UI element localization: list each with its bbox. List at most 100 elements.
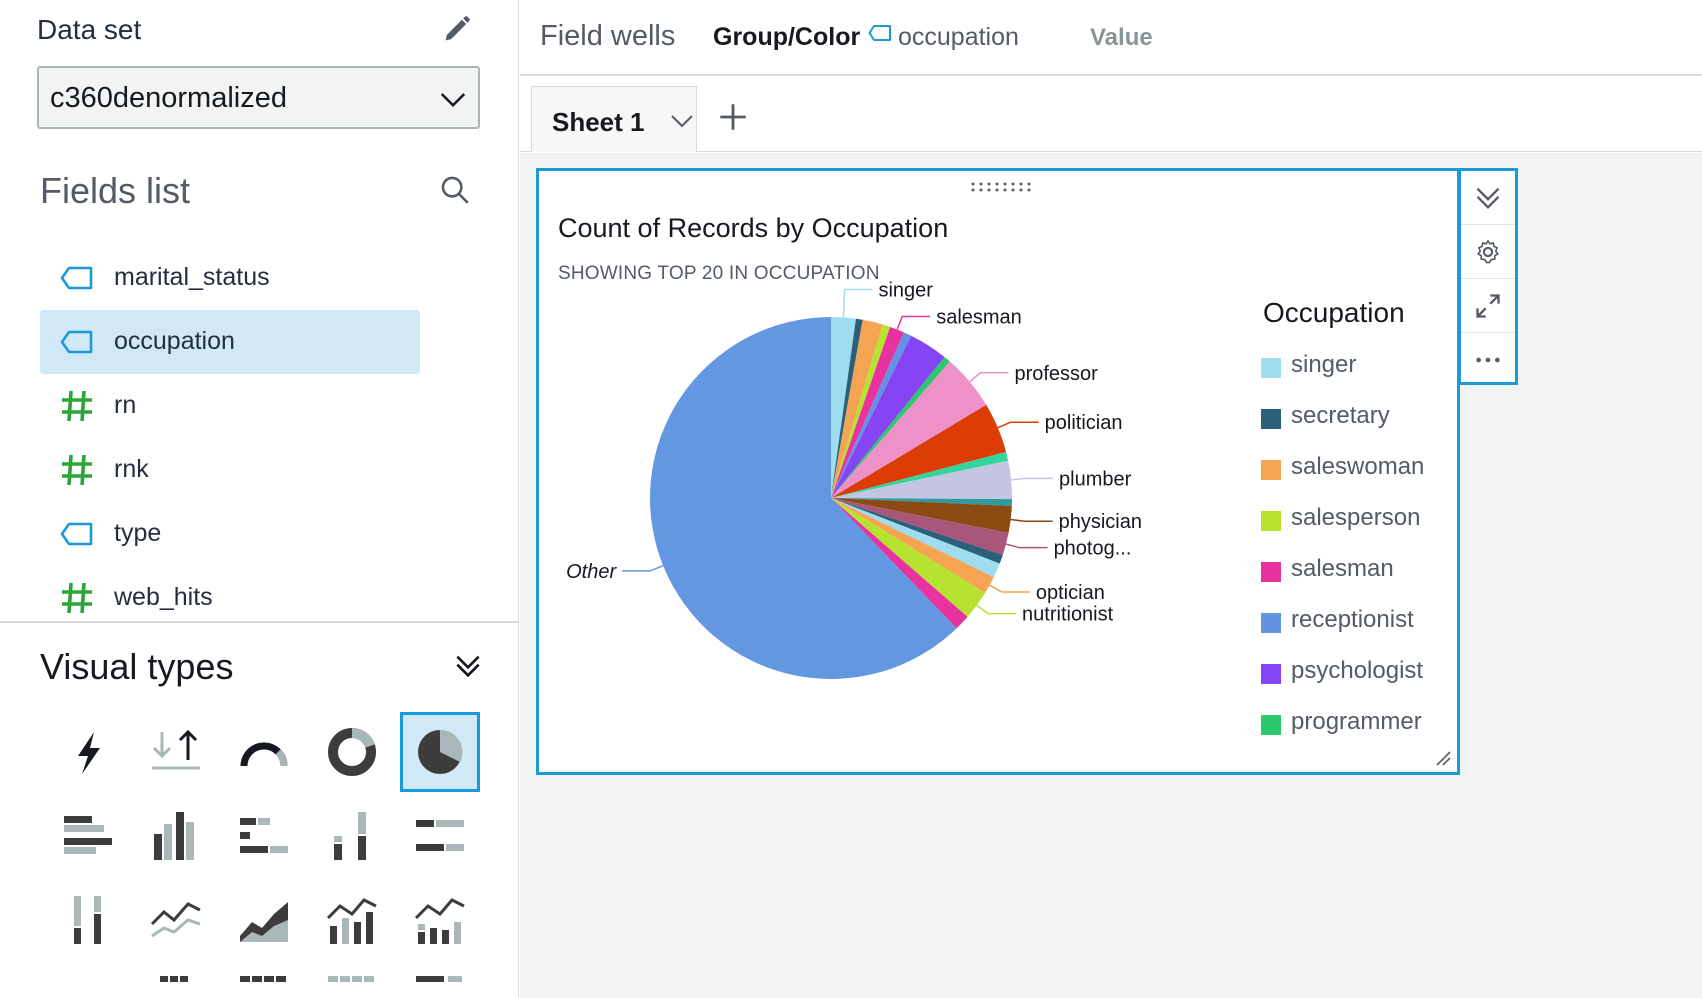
group-color-well-label: Group/Color <box>713 23 861 51</box>
stacked-100-horizontal-bar-visual-type[interactable] <box>400 796 480 876</box>
tree-map-icon <box>416 976 462 982</box>
stacked-horizontal-bar-visual-type[interactable] <box>224 796 304 876</box>
legend-item[interactable]: saleswoman <box>1261 451 1451 502</box>
edit-pencil-icon[interactable] <box>440 12 474 46</box>
field-item-marital-status[interactable]: marital_status <box>40 246 420 310</box>
gear-icon <box>1477 240 1499 264</box>
donut-chart-icon <box>328 728 376 776</box>
pie-leader-line <box>969 372 1009 383</box>
legend-swatch <box>1261 562 1281 582</box>
area-visual-type[interactable] <box>224 880 304 960</box>
panel-divider <box>0 621 518 623</box>
pie-slice-label: professor <box>1014 363 1098 385</box>
pie-slice-label: photog... <box>1054 538 1132 560</box>
gauge-visual-type[interactable] <box>224 712 304 792</box>
field-item-occupation[interactable]: occupation <box>40 310 420 374</box>
search-icon[interactable] <box>438 173 472 207</box>
visual-menu-button[interactable] <box>1461 333 1515 387</box>
pie-leader-line <box>1005 543 1048 549</box>
field-label: rn <box>114 391 137 419</box>
donut-visual-type[interactable] <box>312 712 392 792</box>
legend-label: salesman <box>1291 555 1394 582</box>
dimension-tag-icon <box>60 266 93 290</box>
dimension-tag-icon <box>60 330 93 354</box>
field-label: occupation <box>114 327 235 355</box>
combo-bar-line-visual-type[interactable] <box>312 880 392 960</box>
collapse-visual-button[interactable] <box>1461 171 1515 225</box>
pivot-table-visual-type[interactable] <box>224 964 304 998</box>
field-label: web_hits <box>114 583 213 611</box>
dataset-title: Data set <box>37 14 142 45</box>
stacked-vertical-bar-visual-type[interactable] <box>312 796 392 876</box>
legend-item[interactable]: secretary <box>1261 400 1451 451</box>
heat-map-visual-type[interactable] <box>312 964 392 998</box>
legend-item[interactable]: salesman <box>1261 553 1451 604</box>
field-item-rnk[interactable]: rnk <box>40 438 420 502</box>
vertical-bar-visual-type[interactable] <box>136 796 216 876</box>
legend-swatch <box>1261 358 1281 378</box>
table-visual-type[interactable] <box>136 964 216 998</box>
stacked-100-vertical-bar-visual-type[interactable] <box>48 880 128 960</box>
pie-slice-label: politician <box>1045 412 1123 434</box>
combo-stacked-visual-type[interactable] <box>400 880 480 960</box>
expand-visual-button[interactable] <box>1461 279 1515 333</box>
pie-visual-type[interactable] <box>400 712 480 792</box>
legend-item[interactable]: psychologist <box>1261 655 1451 706</box>
visual-types-title: Visual types <box>40 646 234 687</box>
horizontal-bar-visual-type[interactable] <box>48 796 128 876</box>
legend-item[interactable]: salesperson <box>1261 502 1451 553</box>
pivot-table-icon <box>240 976 286 982</box>
field-item-type[interactable]: type <box>40 502 420 566</box>
lightning-bolt-icon <box>78 732 100 774</box>
measure-hash-icon <box>62 582 92 614</box>
double-chevron-down-icon[interactable] <box>452 650 484 682</box>
legend-swatch <box>1261 613 1281 633</box>
pie-leader-line <box>622 564 664 572</box>
legend-item[interactable]: programmer <box>1261 706 1451 757</box>
format-visual-button[interactable] <box>1461 225 1515 279</box>
pie-leader-line <box>1011 477 1054 481</box>
pie-slice-label: salesman <box>936 306 1022 328</box>
field-label: marital_status <box>114 263 270 291</box>
gauge-icon <box>240 742 288 767</box>
value-well-label[interactable]: Value <box>1090 24 1153 52</box>
legend-title: Occupation <box>1263 297 1405 328</box>
pie-chart-visual[interactable]: Count of Records by Occupation SHOWING T… <box>536 168 1460 775</box>
field-wells-title[interactable]: Field wells <box>540 20 675 53</box>
legend-item[interactable]: singer <box>1261 349 1451 400</box>
sheet-tabs-bar: Sheet 1 <box>520 76 1702 152</box>
legend-swatch <box>1261 511 1281 531</box>
field-item-rn[interactable]: rn <box>40 374 420 438</box>
dataset-select[interactable]: c360denormalized <box>37 66 480 129</box>
legend-swatch <box>1261 715 1281 735</box>
pie-leader-line <box>997 421 1039 429</box>
legend-label: singer <box>1291 351 1357 378</box>
group-color-well-field[interactable]: occupation <box>898 23 1019 52</box>
tree-map-visual-type[interactable] <box>400 964 480 998</box>
pie-leader-line <box>896 315 931 330</box>
double-chevron-down-icon <box>1476 187 1500 209</box>
more-options-icon <box>1476 357 1500 363</box>
legend-item[interactable]: receptionist <box>1261 604 1451 655</box>
stacked-horizontal-bar-icon <box>240 818 288 853</box>
legend-label: receptionist <box>1291 606 1414 633</box>
add-sheet-plus-icon[interactable] <box>716 100 750 134</box>
horizontal-bar-icon <box>64 816 112 854</box>
resize-handle-icon[interactable] <box>1435 750 1451 766</box>
pie-leader-line <box>1010 518 1053 522</box>
area-chart-icon <box>240 902 288 942</box>
field-label: type <box>114 519 162 547</box>
pie-slice-label: physician <box>1059 511 1142 533</box>
legend-swatch <box>1261 664 1281 684</box>
dataset-select-value: c360denormalized <box>50 82 287 114</box>
heat-map-icon <box>328 976 374 982</box>
pie-leader-line <box>989 584 1030 593</box>
field-label: rnk <box>114 455 149 483</box>
chevron-down-icon[interactable] <box>670 109 694 133</box>
kpi-visual-type[interactable] <box>136 712 216 792</box>
chart-legend: singer secretary saleswoman salesperson sale… <box>1261 349 1451 757</box>
tab-sheet-1[interactable]: Sheet 1 <box>531 86 697 152</box>
line-visual-type[interactable] <box>136 880 216 960</box>
autograph-visual-type[interactable] <box>48 712 128 792</box>
pie-leader-line <box>842 288 873 318</box>
